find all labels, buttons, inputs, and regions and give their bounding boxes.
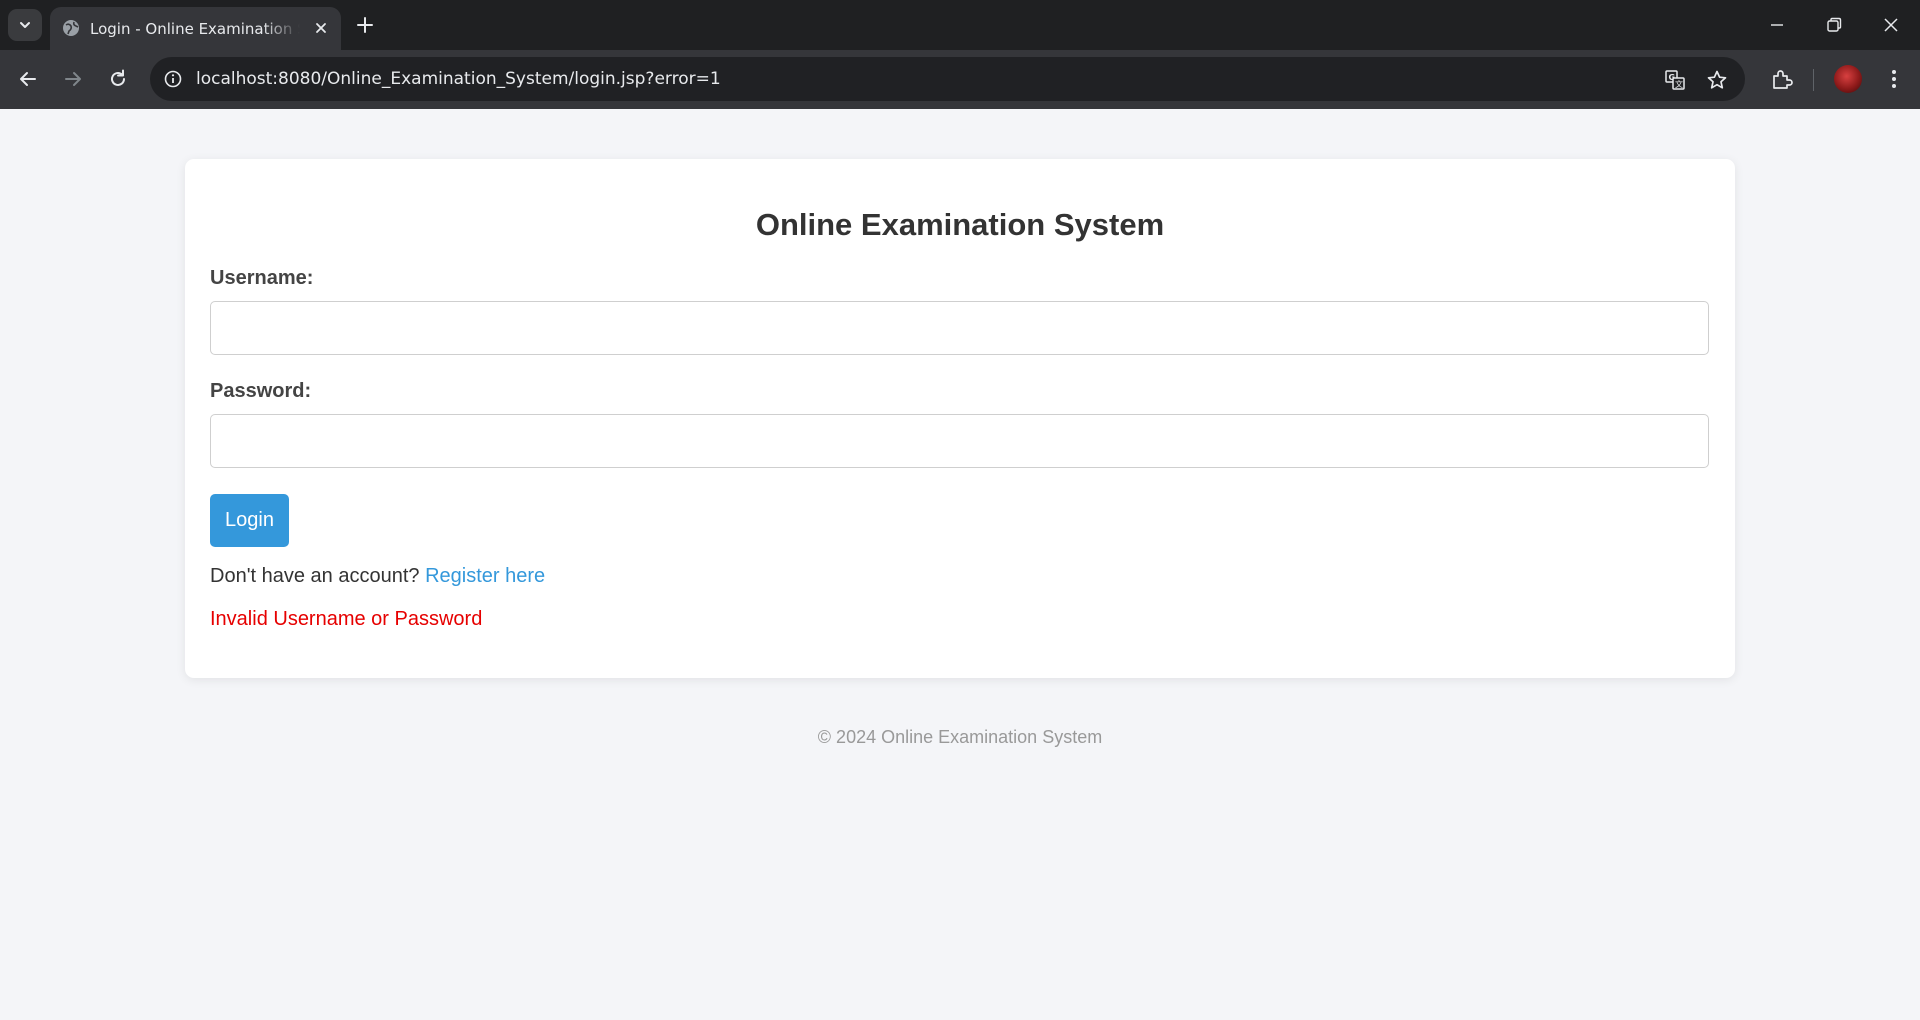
tab-list-button[interactable] <box>8 9 42 41</box>
plus-icon[interactable] <box>355 15 375 35</box>
register-prompt-text: Don't have an account? <box>210 565 420 587</box>
close-window-icon[interactable] <box>1882 16 1900 34</box>
password-label: Password: <box>210 380 312 402</box>
star-icon[interactable] <box>1706 69 1728 91</box>
browser-toolbar: localhost:8080/Online_Examination_System… <box>0 50 1920 109</box>
footer: © 2024 Online Examination System <box>817 727 1103 747</box>
toolbar-divider <box>1813 69 1814 91</box>
register-prompt-line: Don't have an account? Register here <box>210 565 545 588</box>
restore-icon[interactable] <box>1825 16 1843 34</box>
more-vert-icon[interactable] <box>1882 67 1906 91</box>
password-input[interactable] <box>210 414 1709 468</box>
forward-icon[interactable] <box>62 68 84 90</box>
avatar[interactable] <box>1834 65 1862 93</box>
address-bar[interactable]: localhost:8080/Online_Examination_System… <box>150 57 1745 101</box>
reload-icon[interactable] <box>107 68 129 90</box>
info-icon[interactable] <box>163 69 183 89</box>
error-message: Invalid Username or Password <box>210 608 483 630</box>
extensions-icon[interactable] <box>1770 67 1794 91</box>
url-text[interactable]: localhost:8080/Online_Examination_System… <box>196 69 721 89</box>
close-icon[interactable] <box>313 20 329 36</box>
login-button[interactable]: Login <box>210 494 289 547</box>
translate-icon[interactable]: G 文 <box>1664 69 1686 91</box>
tab-strip: Login - Online Examination System <box>0 0 1920 50</box>
page-title: Online Examination System <box>755 207 1165 242</box>
register-link[interactable]: Register here <box>425 565 545 587</box>
active-tab[interactable]: Login - Online Examination System <box>50 7 341 50</box>
back-icon[interactable] <box>17 68 39 90</box>
svg-text:文: 文 <box>1675 79 1683 89</box>
minimize-icon[interactable] <box>1768 16 1786 34</box>
username-label: Username: <box>210 267 314 289</box>
globe-icon <box>63 20 79 36</box>
tab-title: Login - Online Examination System <box>90 20 300 38</box>
login-card: Online Examination System Username: Pass… <box>185 159 1735 678</box>
username-input[interactable] <box>210 301 1709 355</box>
chevron-down-icon <box>20 22 30 28</box>
